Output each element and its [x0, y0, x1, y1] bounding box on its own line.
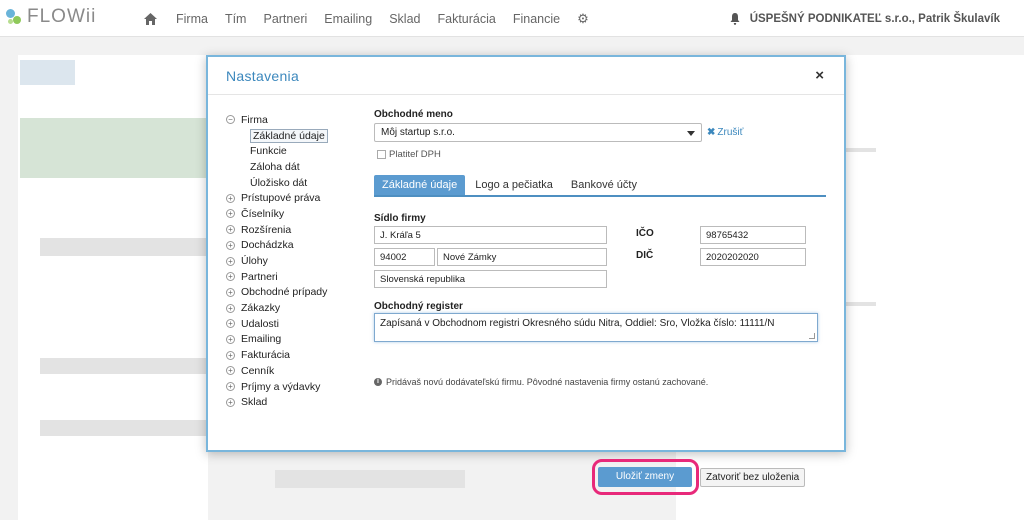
- company-form: Obchodné meno Môj startup s.r.o. ✖ Zrušiť…: [374, 109, 826, 495]
- logo-text: FLOWii: [27, 6, 97, 27]
- dic-label: DIČ: [636, 250, 654, 261]
- settings-modal: Nastavenia × − Firma Základné údaje Funkc…: [206, 55, 846, 495]
- country-input[interactable]: Slovenská republika: [374, 270, 607, 288]
- register-label: Obchodný register: [374, 301, 463, 312]
- tree-item-emailing[interactable]: + Emailing: [226, 332, 351, 348]
- tree-item-cennik[interactable]: + Cenník: [226, 363, 351, 379]
- tree-item-ciselniky[interactable]: + Číselníky: [226, 206, 351, 222]
- save-button[interactable]: Uložiť zmeny: [598, 467, 692, 487]
- tree-item-zakazky[interactable]: + Zákazky: [226, 300, 351, 316]
- tree-item-sklad[interactable]: + Sklad: [226, 394, 351, 410]
- nav-item-fakturacia[interactable]: Fakturácia: [437, 12, 495, 26]
- zip-input[interactable]: 94002: [374, 248, 435, 266]
- gear-icon[interactable]: ⚙: [577, 11, 589, 27]
- address-label: Sídlo firmy: [374, 213, 426, 224]
- register-value: Zapísaná v Obchodnom registri Okresného …: [380, 318, 775, 329]
- expand-icon[interactable]: +: [226, 193, 235, 203]
- tab-zakladne-udaje[interactable]: Základné údaje: [374, 175, 466, 195]
- nav-item-financie[interactable]: Financie: [513, 12, 560, 26]
- register-textarea[interactable]: Zapísaná v Obchodnom registri Okresného …: [374, 313, 818, 342]
- blurred-block: [40, 358, 210, 374]
- x-icon: ✖: [707, 127, 716, 138]
- tab-bankove-ucty[interactable]: Bankové účty: [563, 175, 645, 195]
- blurred-block: [40, 238, 210, 256]
- expand-icon[interactable]: +: [226, 225, 235, 235]
- blurred-block: [20, 118, 220, 178]
- home-icon[interactable]: [143, 12, 157, 26]
- tree-item-ulozisko-dat[interactable]: Úložisko dát: [226, 175, 351, 191]
- caret-down-icon: [687, 131, 695, 136]
- modal-header: Nastavenia ×: [208, 57, 844, 95]
- ico-label: IČO: [636, 228, 654, 239]
- expand-icon[interactable]: +: [226, 272, 235, 282]
- expand-icon[interactable]: +: [226, 209, 235, 219]
- expand-icon[interactable]: +: [226, 334, 235, 344]
- info-text: Pridávaš novú dodávateľskú firmu. Pôvodn…: [386, 377, 709, 387]
- logo-mark-icon: [6, 7, 23, 27]
- tree-item-obchodne-pripady[interactable]: + Obchodné prípady: [226, 285, 351, 301]
- dic-input[interactable]: 2020202020: [700, 248, 806, 266]
- close-without-saving-button[interactable]: Zatvoriť bez uloženia: [700, 468, 806, 487]
- modal-title: Nastavenia: [226, 68, 300, 84]
- tree-item-udalosti[interactable]: + Udalosti: [226, 316, 351, 332]
- business-name-select[interactable]: Môj startup s.r.o.: [374, 123, 702, 142]
- blurred-block: [275, 470, 465, 488]
- nav-item-sklad[interactable]: Sklad: [389, 12, 420, 26]
- tree-item-ulohy[interactable]: + Úlohy: [226, 253, 351, 269]
- tree-item-rozsirenia[interactable]: + Rozšírenia: [226, 222, 351, 238]
- expand-icon[interactable]: +: [226, 366, 235, 376]
- nav-item-firma[interactable]: Firma: [176, 12, 208, 26]
- tree-item-fakturacia[interactable]: + Fakturácia: [226, 347, 351, 363]
- tree-item-funkcie[interactable]: Funkcie: [226, 143, 351, 159]
- expand-icon[interactable]: +: [226, 303, 235, 313]
- vat-payer-label: Platiteľ DPH: [389, 149, 441, 160]
- expand-icon[interactable]: +: [226, 350, 235, 360]
- settings-tree: − Firma Základné údaje Funkcie Záloha dát…: [226, 112, 351, 410]
- blurred-block: [40, 420, 210, 436]
- vat-payer-checkbox[interactable]: Platiteľ DPH: [377, 149, 441, 160]
- nav-item-partneri[interactable]: Partneri: [263, 12, 307, 26]
- account-area: ÚSPEŠNÝ PODNIKATEĽ s.r.o., Patrik Škulav…: [730, 0, 1000, 37]
- top-navigation-bar: FLOWii Firma Tím Partneri Emailing Sklad…: [0, 0, 1024, 37]
- tree-item-firma[interactable]: − Firma: [226, 112, 351, 128]
- business-name-value: Môj startup s.r.o.: [381, 127, 455, 138]
- city-input[interactable]: Nové Zámky: [437, 248, 607, 266]
- nav-item-tim[interactable]: Tím: [225, 12, 247, 26]
- expand-icon[interactable]: +: [226, 382, 235, 392]
- expand-icon[interactable]: +: [226, 287, 235, 297]
- blurred-block: [20, 60, 75, 85]
- tab-logo-a-peciatka[interactable]: Logo a pečiatka: [467, 175, 561, 195]
- tree-item-zaloha-dat[interactable]: Záloha dát: [226, 159, 351, 175]
- expand-icon[interactable]: +: [226, 240, 235, 250]
- collapse-icon[interactable]: −: [226, 115, 235, 125]
- checkbox-icon[interactable]: [377, 150, 386, 159]
- info-icon: i: [374, 378, 382, 386]
- ico-input[interactable]: 98765432: [700, 226, 806, 244]
- business-name-label: Obchodné meno: [374, 109, 453, 120]
- expand-icon[interactable]: +: [226, 256, 235, 266]
- company-account-name[interactable]: ÚSPEŠNÝ PODNIKATEĽ s.r.o., Patrik Škulav…: [750, 13, 1000, 25]
- bell-icon[interactable]: [730, 12, 740, 25]
- expand-icon[interactable]: +: [226, 397, 235, 407]
- resize-grip-icon[interactable]: [809, 333, 815, 339]
- close-icon[interactable]: ×: [815, 67, 824, 84]
- nav-item-emailing[interactable]: Emailing: [324, 12, 372, 26]
- cancel-link[interactable]: ✖ Zrušiť: [707, 127, 743, 138]
- expand-icon[interactable]: +: [226, 319, 235, 329]
- street-input[interactable]: J. Kráľa 5: [374, 226, 607, 244]
- form-tabs: Základné údaje Logo a pečiatka Bankové ú…: [374, 175, 826, 197]
- tree-item-partneri[interactable]: + Partneri: [226, 269, 351, 285]
- info-message: i Pridávaš novú dodávateľskú firmu. Pôvo…: [374, 377, 708, 387]
- flowii-logo[interactable]: FLOWii: [6, 6, 96, 28]
- tree-item-dochadzka[interactable]: + Dochádzka: [226, 238, 351, 254]
- main-nav: Firma Tím Partneri Emailing Sklad Faktur…: [143, 0, 589, 37]
- tree-item-prijmy-a-vydavky[interactable]: + Príjmy a výdavky: [226, 379, 351, 395]
- tree-item-zakladne-udaje[interactable]: Základné údaje: [226, 128, 351, 144]
- tree-item-pristupove-prava[interactable]: + Prístupové práva: [226, 190, 351, 206]
